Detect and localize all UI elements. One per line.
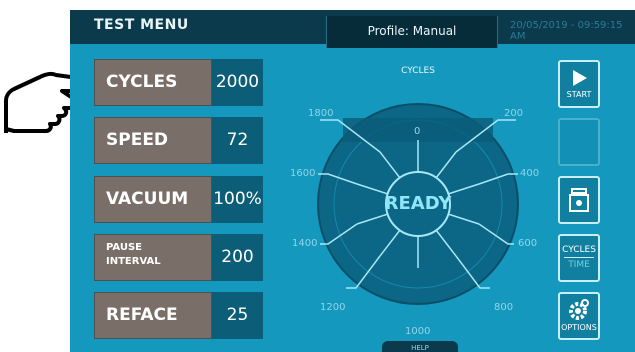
- dial-tick-400: 400: [520, 168, 540, 179]
- dial-tick-0: 0: [414, 126, 421, 137]
- pause-interval-value-field[interactable]: 200: [212, 234, 263, 281]
- lid-button[interactable]: [558, 176, 600, 224]
- options-button[interactable]: OPTIONS: [558, 292, 600, 340]
- options-label: OPTIONS: [561, 323, 597, 332]
- param-row-speed: SPEED 72: [94, 117, 263, 164]
- reface-value-field[interactable]: 25: [212, 292, 263, 339]
- param-row-reface: REFACE 25: [94, 292, 263, 339]
- cycles-time-toggle[interactable]: CYCLES TIME: [558, 234, 600, 282]
- time-toggle-label: TIME: [564, 257, 594, 270]
- gear-icon: [569, 299, 589, 320]
- profile-value: Manual: [412, 24, 457, 38]
- cycles-toggle-label: CYCLES: [562, 245, 596, 255]
- menu-title: TEST MENU: [94, 17, 189, 33]
- dial-tick-1800: 1800: [308, 108, 334, 119]
- pause-interval-label: PAUSE INTERVAL: [94, 234, 212, 281]
- profile-selector[interactable]: Profile: Manual: [326, 16, 498, 48]
- dial-title: CYCLES: [401, 66, 435, 76]
- cycles-value-field[interactable]: 2000: [212, 59, 263, 106]
- dial-tick-1000: 1000: [405, 326, 431, 337]
- dial-status: READY: [384, 193, 452, 214]
- param-row-cycles: CYCLES 2000: [94, 59, 263, 106]
- pause-interval-label-line2: INTERVAL: [106, 256, 161, 267]
- vacuum-label: VACUUM: [94, 176, 212, 223]
- speed-value-field[interactable]: 72: [212, 117, 263, 164]
- speed-label: SPEED: [94, 117, 212, 164]
- play-icon: [573, 70, 587, 86]
- datetime-readout: 20/05/2019 - 09:59:15 AM: [510, 20, 623, 42]
- start-label: START: [566, 90, 592, 99]
- dial-tick-600: 600: [518, 238, 538, 249]
- help-tab[interactable]: HELP: [382, 341, 458, 352]
- reface-label: REFACE: [94, 292, 212, 339]
- dial-tick-800: 800: [494, 302, 514, 313]
- pause-interval-label-line1: PAUSE: [106, 242, 142, 253]
- container-icon: [569, 188, 589, 212]
- top-bar: TEST MENU Profile: Manual 20/05/2019 - 0…: [70, 10, 635, 48]
- dial-tick-1600: 1600: [290, 168, 316, 179]
- test-menu-screen: TEST MENU Profile: Manual 20/05/2019 - 0…: [70, 10, 635, 352]
- param-row-vacuum: VACUUM 100%: [94, 176, 263, 223]
- cycles-dial: CYCLES READY 0 200 400 600 800 1000 1200…: [268, 62, 568, 352]
- dial-tick-1400: 1400: [292, 238, 318, 249]
- profile-label: Profile:: [367, 24, 409, 38]
- dial-tick-1200: 1200: [320, 302, 346, 313]
- start-button[interactable]: START: [558, 60, 600, 108]
- blank-side-button[interactable]: [558, 118, 600, 166]
- dial-tick-200: 200: [504, 108, 524, 119]
- cycles-label: CYCLES: [94, 59, 212, 106]
- vacuum-value-field[interactable]: 100%: [212, 176, 263, 223]
- param-row-pause-interval: PAUSE INTERVAL 200: [94, 234, 263, 281]
